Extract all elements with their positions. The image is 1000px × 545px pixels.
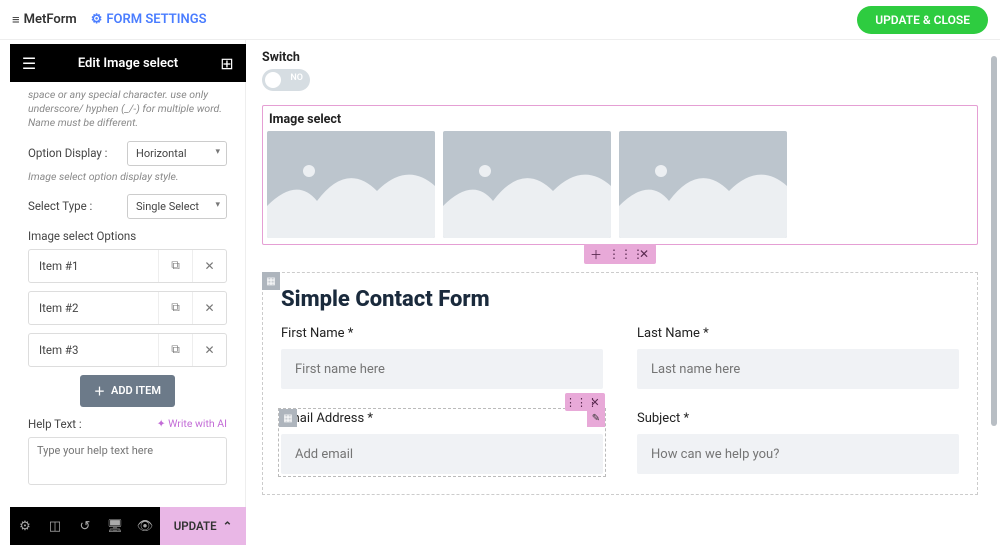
settings-icon[interactable]: ⚙	[10, 507, 40, 545]
option-display-label: Option Display :	[28, 146, 107, 160]
panel-header: ☰ Edit Image select ⊞	[10, 44, 246, 82]
switch-value: NO	[290, 73, 303, 83]
option-display-help: Image select option display style.	[28, 170, 227, 184]
subject-field[interactable]: Subject *	[637, 411, 959, 474]
drag-section-icon[interactable]: ⋮⋮⋮	[608, 247, 632, 261]
switch-label: Switch	[262, 50, 978, 65]
last-name-label: Last Name *	[637, 326, 959, 341]
form-fields-grid: First Name * Last Name * ▦ ⋮⋮⋮ ✕ ✎	[281, 326, 959, 474]
navigator-icon[interactable]: ◫	[40, 507, 70, 545]
first-name-label: First Name *	[281, 326, 603, 341]
image-select-title: Image select	[267, 110, 973, 131]
main-area: ☰ Edit Image select ⊞ space or any speci…	[0, 40, 1000, 545]
duplicate-icon[interactable]: ⧉	[158, 292, 192, 324]
widget-handle-icon[interactable]: ▦	[279, 409, 297, 427]
image-select-widget[interactable]: Image select	[262, 105, 978, 245]
topbar-left: ≡ MetForm ⚙ FORM SETTINGS	[12, 12, 207, 28]
name-hint: space or any special character. use only…	[28, 88, 227, 131]
option-item-label: Item #3	[29, 343, 158, 357]
option-display-row: Option Display : Horizontal	[28, 141, 227, 166]
panel-footer: ⚙ ◫ ↺ 🖥 👁 UPDATE ⌃	[10, 507, 246, 545]
drag-widget-icon[interactable]: ⋮⋮⋮	[565, 396, 585, 409]
subject-input[interactable]	[637, 434, 959, 474]
add-item-button[interactable]: ＋ ADD ITEM	[80, 375, 175, 407]
image-option-2[interactable]	[443, 131, 611, 238]
option-item-label: Item #1	[29, 259, 158, 273]
section-controls: ＋ ⋮⋮⋮ ✕	[262, 244, 978, 264]
plus-icon: ＋	[94, 383, 105, 399]
duplicate-icon[interactable]: ⧉	[158, 250, 192, 282]
email-field[interactable]: ▦ ⋮⋮⋮ ✕ ✎ Email Address *	[281, 411, 603, 474]
delete-icon[interactable]: ✕	[192, 334, 226, 366]
form-settings-label: FORM SETTINGS	[106, 12, 206, 27]
scroll-thumb[interactable]	[991, 56, 997, 426]
write-with-ai-button[interactable]: ✦ Write with AI	[157, 417, 227, 430]
panel-update-button[interactable]: UPDATE ⌃	[160, 507, 246, 545]
first-name-input[interactable]	[281, 349, 603, 389]
helptext-row: Help Text : ✦ Write with AI	[28, 417, 227, 431]
delete-icon[interactable]: ✕	[192, 292, 226, 324]
metform-logo[interactable]: ≡ MetForm	[12, 12, 77, 28]
duplicate-icon[interactable]: ⧉	[158, 334, 192, 366]
elementor-icon: ≡	[12, 12, 20, 28]
remove-widget-icon[interactable]: ✕	[585, 396, 605, 409]
options-section-label: Image select Options	[28, 229, 227, 243]
history-icon[interactable]: ↺	[70, 507, 100, 545]
image-option-3[interactable]	[619, 131, 787, 238]
update-close-button[interactable]: UPDATE & CLOSE	[857, 6, 988, 34]
image-option-1[interactable]	[267, 131, 435, 238]
select-type-label: Select Type :	[28, 199, 92, 213]
left-panel: ☰ Edit Image select ⊞ space or any speci…	[0, 40, 246, 545]
delete-icon[interactable]: ✕	[192, 250, 226, 282]
update-label: UPDATE	[174, 519, 217, 533]
subject-label: Subject *	[637, 411, 959, 426]
helptext-label: Help Text :	[28, 417, 82, 431]
email-label: Email Address *	[281, 411, 603, 426]
image-select-thumbs	[267, 131, 973, 238]
select-type-row: Select Type : Single Select	[28, 194, 227, 219]
first-name-field[interactable]: First Name *	[281, 326, 603, 389]
remove-section-icon[interactable]: ✕	[632, 247, 656, 261]
gear-icon: ⚙	[91, 12, 103, 27]
panel-apps-icon[interactable]: ⊞	[218, 54, 236, 72]
form-settings-button[interactable]: ⚙ FORM SETTINGS	[91, 12, 207, 27]
form-title: Simple Contact Form	[281, 287, 959, 312]
add-item-label: ADD ITEM	[111, 384, 161, 397]
last-name-input[interactable]	[637, 349, 959, 389]
email-input[interactable]	[281, 434, 603, 474]
panel-menu-icon[interactable]: ☰	[20, 54, 38, 72]
switch-toggle[interactable]: NO	[262, 69, 310, 91]
contact-form-section[interactable]: ▦ Simple Contact Form First Name * Last …	[262, 272, 978, 495]
chevron-up-icon: ⌃	[223, 519, 233, 533]
help-text-input[interactable]	[28, 437, 227, 485]
preview-icon[interactable]: 👁	[130, 507, 160, 545]
panel-body: space or any special character. use only…	[0, 82, 245, 507]
option-item-3[interactable]: Item #3 ⧉ ✕	[28, 333, 227, 367]
option-display-select[interactable]: Horizontal	[127, 141, 227, 166]
option-item-2[interactable]: Item #2 ⧉ ✕	[28, 291, 227, 325]
select-type-select[interactable]: Single Select	[127, 194, 227, 219]
option-item-1[interactable]: Item #1 ⧉ ✕	[28, 249, 227, 283]
canvas: Switch NO Image select	[246, 40, 1000, 495]
vertical-scrollbar[interactable]	[990, 56, 998, 536]
option-item-label: Item #2	[29, 301, 158, 315]
canvas-wrap: Switch NO Image select	[246, 40, 1000, 545]
edit-widget-icon[interactable]: ✎	[587, 409, 605, 427]
top-bar: ≡ MetForm ⚙ FORM SETTINGS UPDATE & CLOSE	[0, 0, 1000, 40]
last-name-field[interactable]: Last Name *	[637, 326, 959, 389]
section-handle-icon[interactable]: ▦	[262, 272, 280, 290]
add-section-icon[interactable]: ＋	[584, 246, 608, 263]
brand-label: MetForm	[24, 12, 77, 27]
panel-title: Edit Image select	[78, 56, 178, 71]
responsive-icon[interactable]: 🖥	[100, 507, 130, 545]
